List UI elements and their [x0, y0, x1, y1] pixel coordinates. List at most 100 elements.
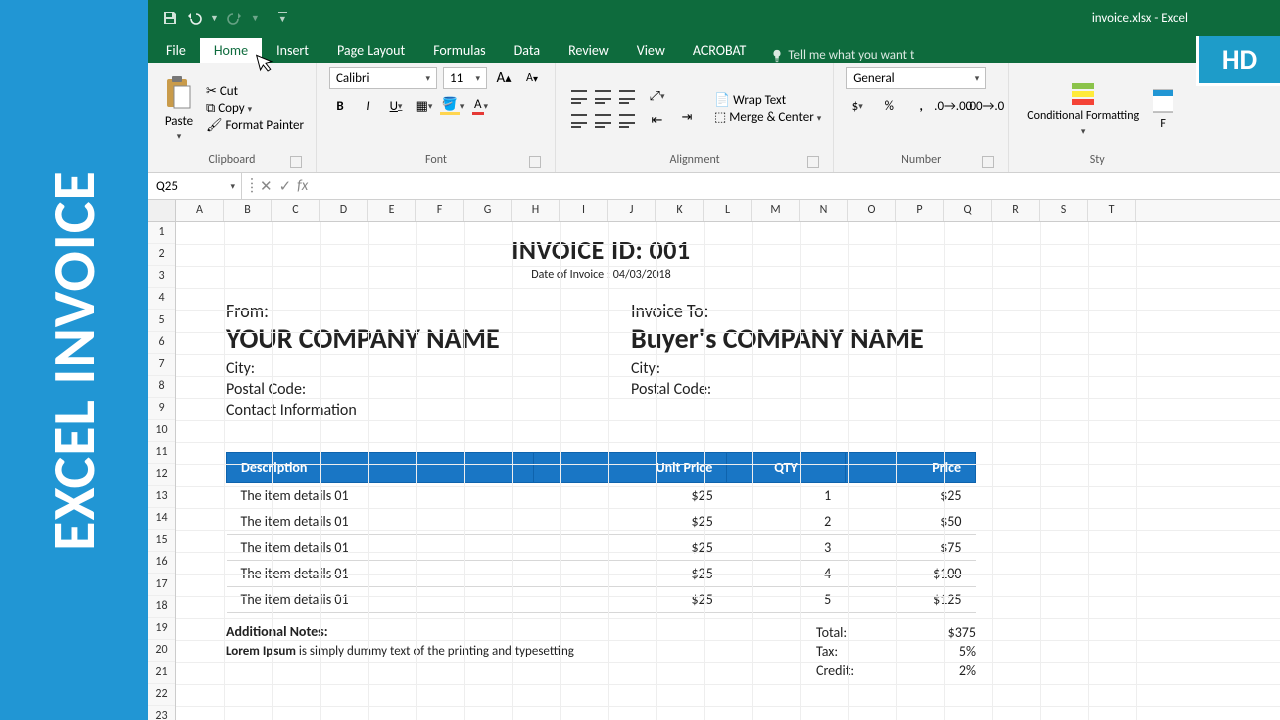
row-6[interactable]: 6 [148, 332, 175, 354]
th-price[interactable]: Price [845, 452, 975, 482]
th-unitprice[interactable]: Unit Price [533, 452, 727, 482]
row-22[interactable]: 22 [148, 684, 175, 706]
fx-button[interactable]: fx [297, 177, 308, 196]
from-company[interactable]: YOUR COMPANY NAME [226, 324, 571, 355]
font-size-select[interactable]: 11▾ [443, 67, 487, 89]
from-city[interactable]: City: [226, 359, 571, 378]
table-row[interactable]: The item details 01$253$75 [227, 534, 976, 560]
shrink-font-button[interactable]: A▾ [521, 67, 543, 89]
col-D[interactable]: D [320, 200, 368, 221]
row-13[interactable]: 13 [148, 486, 175, 508]
row-10[interactable]: 10 [148, 420, 175, 442]
tab-formulas[interactable]: Formulas [419, 38, 499, 63]
row-14[interactable]: 14 [148, 508, 175, 530]
notes-body[interactable]: Lorem Ipsum Lorem Ipsum is simply dummy … [226, 644, 678, 659]
tab-page-layout[interactable]: Page Layout [323, 38, 419, 63]
row-21[interactable]: 21 [148, 662, 175, 684]
tab-file[interactable]: File [152, 38, 200, 63]
tell-me-search[interactable]: Tell me what you want t [770, 48, 914, 63]
formula-input[interactable] [316, 173, 1280, 199]
increase-decimal-button[interactable]: .0→.00 [942, 95, 964, 117]
cell-unit[interactable]: $25 [533, 534, 727, 560]
italic-button[interactable]: I [357, 95, 379, 117]
cell-grid[interactable]: INVOICE ID: 001 Date of Invoice : 04/03/… [176, 222, 1280, 720]
cell-price[interactable]: $75 [845, 534, 975, 560]
col-H[interactable]: H [512, 200, 560, 221]
to-postal[interactable]: Postal Code: [631, 380, 976, 399]
table-row[interactable]: The item details 01$255$125 [227, 586, 976, 612]
redo-icon[interactable] [227, 10, 243, 26]
col-I[interactable]: I [560, 200, 608, 221]
format-painter-button[interactable]: 🖌 Format Painter [206, 118, 304, 133]
decrease-indent-button[interactable]: ⇤ [646, 110, 668, 132]
col-O[interactable]: O [848, 200, 896, 221]
items-table[interactable]: Description Unit Price QTY Price The ite… [226, 452, 976, 613]
row-19[interactable]: 19 [148, 618, 175, 640]
enter-formula-button[interactable]: ✓ [279, 177, 292, 196]
cell-qty[interactable]: 5 [727, 586, 845, 612]
comma-button[interactable]: , [910, 95, 932, 117]
cell-qty[interactable]: 3 [727, 534, 845, 560]
tab-acrobat[interactable]: ACROBAT [679, 38, 761, 63]
row-17[interactable]: 17 [148, 574, 175, 596]
align-top-button[interactable] [568, 86, 590, 108]
align-center-button[interactable] [592, 110, 614, 132]
row-4[interactable]: 4 [148, 288, 175, 310]
select-all-corner[interactable] [148, 200, 176, 222]
row-15[interactable]: 15 [148, 530, 175, 552]
tab-home[interactable]: Home [200, 38, 262, 63]
align-middle-button[interactable] [592, 86, 614, 108]
th-qty[interactable]: QTY [727, 452, 845, 482]
cell-price[interactable]: $125 [845, 586, 975, 612]
col-J[interactable]: J [608, 200, 656, 221]
row-2[interactable]: 2 [148, 244, 175, 266]
increase-indent-button[interactable]: ⇥ [676, 106, 698, 128]
to-city[interactable]: City: [631, 359, 976, 378]
row-23[interactable]: 23 [148, 706, 175, 720]
cell-unit[interactable]: $25 [533, 586, 727, 612]
dialog-launcher-icon[interactable] [982, 156, 994, 168]
row-11[interactable]: 11 [148, 442, 175, 464]
row-18[interactable]: 18 [148, 596, 175, 618]
col-E[interactable]: E [368, 200, 416, 221]
conditional-formatting-button[interactable]: Conditional Formatting▾ [1021, 80, 1145, 136]
from-contact[interactable]: Contact Information [226, 401, 571, 420]
cancel-formula-button[interactable]: ✕ [260, 177, 273, 196]
row-9[interactable]: 9 [148, 398, 175, 420]
dialog-launcher-icon[interactable] [290, 156, 302, 168]
undo-icon[interactable] [186, 10, 202, 26]
font-name-select[interactable]: Calibri▾ [329, 67, 437, 89]
cut-button[interactable]: ✂ Cut [206, 84, 304, 99]
to-label[interactable]: Invoice To: [631, 300, 976, 322]
dialog-launcher-icon[interactable] [807, 156, 819, 168]
row-16[interactable]: 16 [148, 552, 175, 574]
borders-button[interactable]: ▦▾ [413, 95, 435, 117]
font-color-button[interactable]: A▾ [469, 95, 491, 117]
wrap-text-button[interactable]: 📄 Wrap Text [714, 93, 821, 108]
col-C[interactable]: C [272, 200, 320, 221]
orientation-button[interactable]: ⤢▾ [646, 86, 668, 108]
col-N[interactable]: N [800, 200, 848, 221]
grid-dropdown-icon[interactable]: ⁞ [250, 177, 254, 196]
col-P[interactable]: P [896, 200, 944, 221]
from-label[interactable]: From: [226, 300, 571, 322]
tab-data[interactable]: Data [500, 38, 554, 63]
tab-view[interactable]: View [623, 38, 679, 63]
undo-dropdown-icon[interactable]: ▼ [210, 13, 219, 24]
align-left-button[interactable] [568, 110, 590, 132]
invoice-date[interactable]: Date of Invoice : 04/03/2018 [226, 268, 976, 282]
row-3[interactable]: 3 [148, 266, 175, 288]
qat-customize-icon[interactable]: ▼ [278, 12, 287, 25]
paste-button[interactable]: Paste ▾ [160, 76, 198, 142]
row-20[interactable]: 20 [148, 640, 175, 662]
row-1[interactable]: 1 [148, 222, 175, 244]
align-bottom-button[interactable] [616, 86, 638, 108]
col-K[interactable]: K [656, 200, 704, 221]
row-5[interactable]: 5 [148, 310, 175, 332]
number-format-select[interactable]: General▾ [846, 67, 986, 89]
col-S[interactable]: S [1040, 200, 1088, 221]
row-12[interactable]: 12 [148, 464, 175, 486]
decrease-decimal-button[interactable]: .00→.0 [974, 95, 996, 117]
to-company[interactable]: Buyer's COMPANY NAME [631, 324, 976, 355]
redo-dropdown-icon[interactable]: ▼ [251, 13, 260, 24]
